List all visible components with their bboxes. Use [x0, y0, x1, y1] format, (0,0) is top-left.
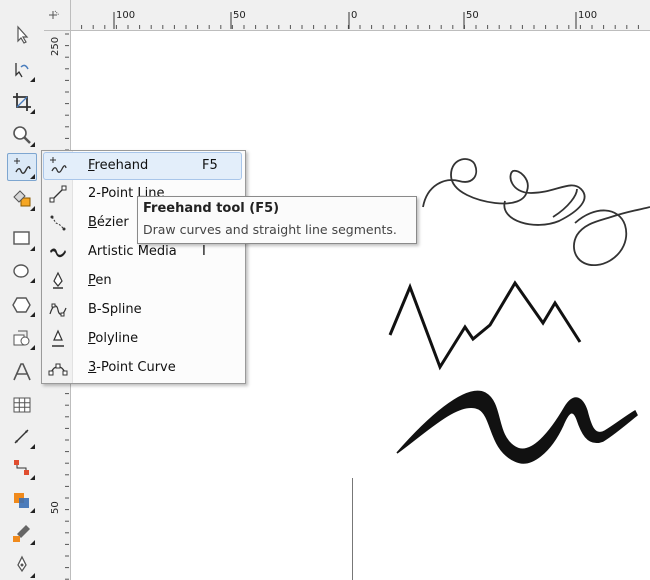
rectangle-tool-button[interactable]	[8, 226, 36, 252]
flyout-item-label: Artistic Media	[88, 244, 177, 259]
ruler-label: 100	[116, 10, 136, 21]
ruler-label: 100	[578, 10, 598, 21]
pick-tool-button[interactable]	[8, 22, 36, 48]
tooltip-description: Draw curves and straight line segments.	[143, 222, 397, 237]
flyout-item-label: Bézier	[88, 215, 129, 230]
page-border	[352, 478, 353, 580]
toolbox	[0, 0, 45, 580]
polygon-tool-button[interactable]	[8, 292, 36, 318]
flyout-item-label: 3-Point Curve	[88, 360, 176, 375]
freehand-tool-button[interactable]	[7, 153, 37, 181]
text-tool-icon	[13, 363, 31, 381]
ruler-label: 0	[351, 10, 358, 21]
flyout-item-freehand[interactable]: Freehand F5	[43, 152, 242, 180]
flyout-item-label: Polyline	[88, 331, 139, 346]
pen-icon	[48, 271, 68, 291]
smart-fill-tool-button[interactable]	[8, 186, 36, 212]
flyout-item-label: B-Spline	[88, 302, 142, 317]
pick-tool-icon	[17, 25, 29, 44]
freehand-tooltip: Freehand tool (F5) Draw curves and strai…	[137, 196, 417, 244]
ruler-label: 50	[233, 10, 246, 21]
flyout-item-label: Freehand	[88, 158, 149, 173]
crop-tool-button[interactable]	[8, 89, 36, 115]
horizontal-ruler[interactable]: 100 50 0 50 100	[44, 0, 650, 31]
flyout-item-polyline[interactable]: Polyline	[44, 326, 241, 352]
ruler-origin-corner[interactable]	[44, 0, 71, 31]
flyout-item-pen[interactable]: Pen	[44, 268, 241, 294]
b-spline-icon	[48, 300, 68, 320]
artistic-media-icon	[48, 242, 68, 262]
ruler-label: 50	[466, 10, 479, 21]
text-tool-button[interactable]	[8, 359, 36, 385]
connector-tool-button[interactable]	[8, 455, 36, 481]
tooltip-title: Freehand tool (F5)	[143, 201, 280, 216]
bezier-icon	[48, 213, 68, 233]
ruler-label: 250	[50, 36, 61, 56]
polyline-icon	[48, 329, 68, 349]
ellipse-tool-button[interactable]	[8, 258, 36, 284]
basic-shapes-tool-button[interactable]	[8, 325, 36, 351]
interactive-tool-button[interactable]	[8, 488, 36, 514]
freehand-icon	[48, 156, 68, 176]
flyout-item-shortcut: I	[202, 244, 206, 259]
outline-pen-tool-button[interactable]	[8, 553, 36, 579]
ruler-origin-icon	[49, 10, 60, 19]
ruler-label: 50	[50, 501, 61, 514]
shape-tool-button[interactable]	[8, 57, 36, 83]
table-tool-icon	[13, 397, 31, 413]
dimension-tool-button[interactable]	[8, 424, 36, 450]
curve-tools-flyout: Freehand F5 2-Point Line Bézier Artistic…	[41, 150, 246, 384]
two-point-line-icon	[48, 184, 68, 204]
freehand-strokes-illustration	[388, 158, 650, 464]
eyedropper-tool-button[interactable]	[8, 520, 36, 546]
three-point-curve-icon	[48, 358, 68, 378]
flyout-item-shortcut: F5	[202, 158, 218, 173]
flyout-item-3-point-curve[interactable]: 3-Point Curve	[44, 355, 241, 381]
flyout-item-b-spline[interactable]: B-Spline	[44, 297, 241, 323]
flyout-item-label: Pen	[88, 273, 112, 288]
zoom-tool-button[interactable]	[8, 122, 36, 148]
table-tool-button[interactable]	[8, 392, 36, 418]
example-drawing	[355, 135, 650, 480]
